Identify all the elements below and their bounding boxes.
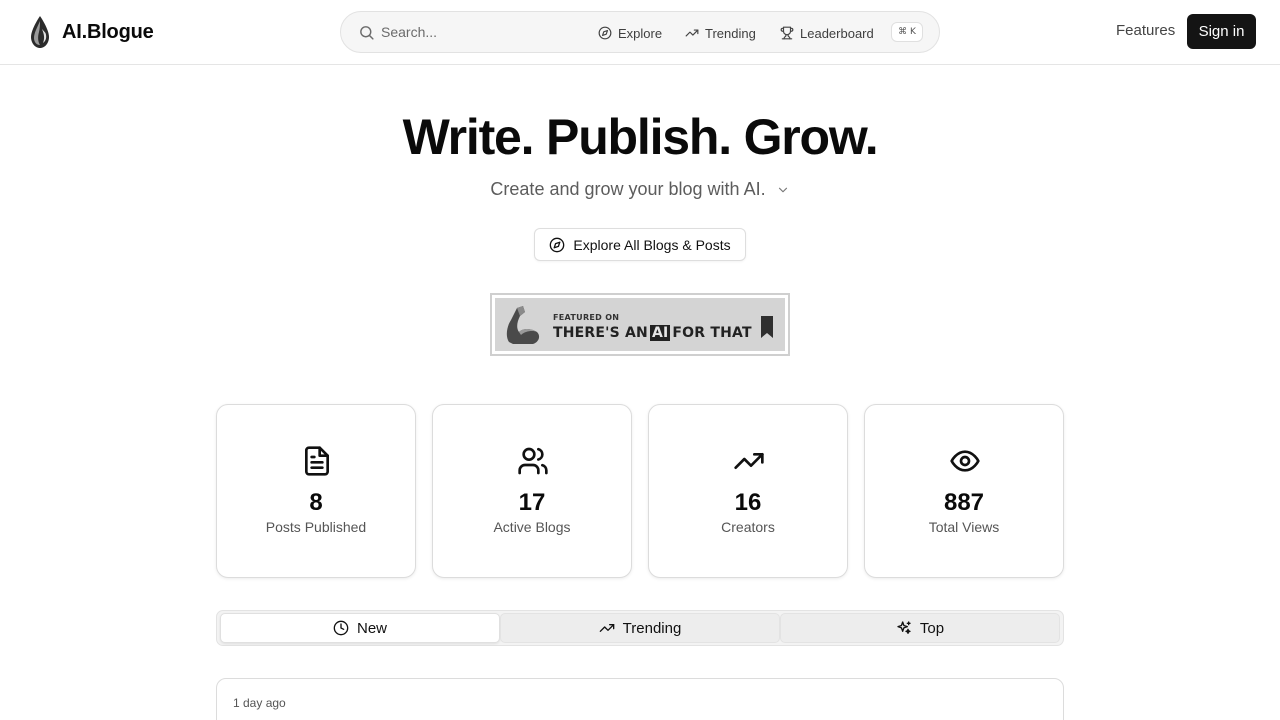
drop-logo-icon	[31, 16, 49, 48]
hero-subtitle: Create and grow your blog with AI.	[490, 179, 766, 199]
tab-top[interactable]: Top	[780, 613, 1060, 643]
stat-label: Total Views	[928, 519, 1000, 535]
users-icon	[518, 447, 548, 475]
featured-big-text: THERE'S AN AI FOR THAT	[553, 325, 752, 341]
featured-on-badge[interactable]: FEATURED ON THERE'S AN AI FOR THAT	[490, 293, 790, 356]
sign-in-button[interactable]: Sign in	[1187, 14, 1256, 49]
explore-all-button[interactable]: Explore All Blogs & Posts	[534, 228, 746, 261]
trophy-icon	[780, 26, 794, 40]
trending-up-icon	[734, 453, 764, 469]
search-bar[interactable]: Explore Trending Leaderboard ⌘ K	[340, 11, 940, 53]
tab-new-label: New	[356, 619, 387, 637]
compass-icon	[550, 237, 565, 252]
tab-trending[interactable]: Trending	[500, 613, 780, 643]
stat-card-posts: 8 Posts Published	[216, 404, 416, 578]
tab-new[interactable]: New	[220, 613, 500, 643]
eye-icon	[950, 450, 980, 472]
stat-value: 16	[734, 489, 762, 516]
hero-subtitle-row[interactable]: Create and grow your blog with AI.	[0, 179, 1280, 200]
stat-label: Creators	[721, 519, 775, 535]
clock-icon	[333, 620, 349, 636]
tab-trending-label: Trending	[622, 619, 682, 637]
brand-logo-link[interactable]: AI.Blogue	[28, 15, 154, 49]
chevron-down-icon	[778, 187, 787, 192]
featured-text-before: THERE'S AN	[553, 325, 648, 341]
featured-small-text: FEATURED ON	[553, 313, 620, 322]
stat-label: Posts Published	[265, 519, 367, 535]
compass-icon	[598, 26, 612, 40]
explore-all-label: Explore All Blogs & Posts	[573, 236, 731, 253]
features-link[interactable]: Features	[1116, 22, 1175, 39]
stat-card-views: 887 Total Views	[864, 404, 1064, 578]
trending-up-icon	[685, 29, 699, 37]
trending-up-icon	[599, 624, 615, 632]
stat-value: 887	[943, 489, 985, 516]
feed-tabs: New Trending Top	[216, 610, 1064, 646]
brand-name: AI.Blogue	[62, 20, 154, 43]
flexed-arm-icon	[506, 306, 540, 344]
search-nav-trending-label: Trending	[705, 25, 756, 41]
featured-text-after: FOR THAT	[672, 325, 752, 341]
top-header: AI.Blogue Explore Trending Leaderboard ⌘…	[0, 0, 1280, 65]
stat-card-creators: 16 Creators	[648, 404, 848, 578]
hero-title: Write. Publish. Grow.	[402, 109, 879, 165]
featured-badge-body: FEATURED ON THERE'S AN AI FOR THAT	[495, 298, 785, 351]
stat-label: Active Blogs	[493, 519, 571, 535]
bookmark-icon	[761, 316, 773, 338]
stat-card-blogs: 17 Active Blogs	[432, 404, 632, 578]
stat-value: 17	[518, 489, 546, 516]
post-card[interactable]: 1 day ago	[216, 678, 1064, 720]
search-nav-explore-label: Explore	[618, 25, 663, 41]
featured-text-ai: AI	[649, 325, 671, 341]
search-nav-leaderboard-label: Leaderboard	[800, 25, 874, 41]
tab-top-label: Top	[919, 619, 945, 637]
search-nav-explore[interactable]: Explore	[598, 24, 662, 42]
post-timestamp: 1 day ago	[233, 696, 286, 710]
search-input[interactable]	[381, 22, 581, 42]
document-icon	[305, 446, 329, 476]
search-icon	[360, 26, 374, 40]
search-nav-leaderboard[interactable]: Leaderboard	[780, 24, 874, 42]
keyboard-shortcut-badge: ⌘ K	[891, 22, 923, 42]
stat-value: 8	[309, 489, 323, 516]
search-nav-trending[interactable]: Trending	[685, 24, 756, 42]
sparkles-icon	[897, 621, 911, 634]
